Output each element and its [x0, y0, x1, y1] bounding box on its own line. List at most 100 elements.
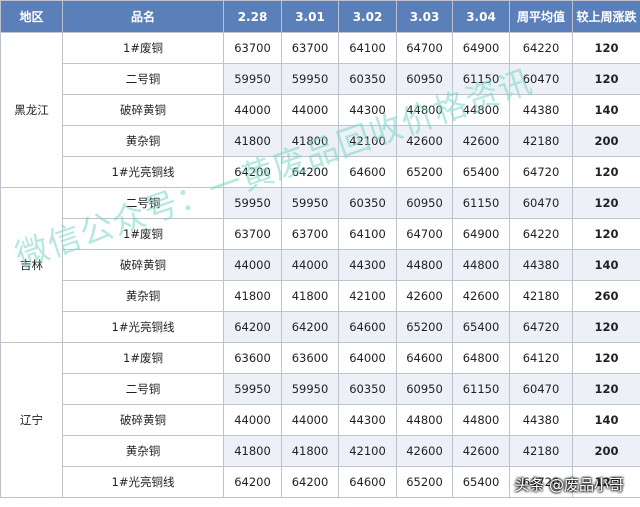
header-weekly-change: 较上周涨跌 — [572, 0, 640, 33]
change-cell: 120 — [572, 32, 640, 64]
change-cell: 120 — [572, 218, 640, 250]
price-cell: 41800 — [281, 125, 339, 157]
price-cell: 65200 — [396, 466, 453, 498]
product-name-cell: 1#废铜 — [62, 218, 224, 250]
price-cell: 42600 — [396, 280, 453, 312]
price-cell: 64800 — [452, 342, 510, 374]
price-cell: 61150 — [452, 373, 510, 405]
price-cell: 42600 — [452, 125, 510, 157]
change-cell: 120 — [572, 187, 640, 219]
price-cell: 64900 — [452, 32, 510, 64]
weekly-average-cell: 64220 — [509, 32, 573, 64]
price-cell: 60350 — [338, 373, 397, 405]
change-cell: 120 — [572, 342, 640, 374]
product-name-cell: 破碎黄铜 — [62, 94, 224, 126]
price-cell: 61150 — [452, 187, 510, 219]
price-cell: 42100 — [338, 280, 397, 312]
region-cell: 辽宁 — [0, 342, 63, 498]
weekly-average-cell: 60470 — [509, 63, 573, 95]
price-cell: 60350 — [338, 187, 397, 219]
price-cell: 65200 — [396, 156, 453, 188]
weekly-average-cell: 44380 — [509, 94, 573, 126]
change-cell: 120 — [572, 156, 640, 188]
product-name-cell: 1#废铜 — [62, 32, 224, 64]
price-cell: 63700 — [281, 32, 339, 64]
header-region: 地区 — [0, 0, 63, 33]
price-cell: 64200 — [281, 466, 339, 498]
price-cell: 64000 — [338, 342, 397, 374]
price-cell: 60950 — [396, 187, 453, 219]
change-cell: 140 — [572, 249, 640, 281]
table-row: 1#光亮铜线 64200 64200 64600 65200 65400 64720 120 — [1, 156, 640, 188]
price-cell: 41800 — [281, 435, 339, 467]
price-cell: 44800 — [452, 249, 510, 281]
change-cell: 200 — [572, 125, 640, 157]
weekly-average-cell: 64720 — [509, 156, 573, 188]
weekly-average-cell: 64720 — [509, 311, 573, 343]
price-cell: 64900 — [452, 218, 510, 250]
price-cell: 44800 — [452, 94, 510, 126]
product-name-cell: 黄杂铜 — [62, 280, 224, 312]
header-date: 3.04 — [452, 0, 510, 33]
price-cell: 41800 — [281, 280, 339, 312]
price-cell: 60950 — [396, 63, 453, 95]
price-cell: 42600 — [452, 435, 510, 467]
source-watermark: 头条 @废品小哥 — [514, 476, 624, 494]
price-cell: 64100 — [338, 218, 397, 250]
price-cell: 41800 — [223, 435, 282, 467]
price-cell: 59950 — [281, 373, 339, 405]
change-cell: 140 — [572, 404, 640, 436]
price-cell: 64700 — [396, 218, 453, 250]
price-cell: 64600 — [396, 342, 453, 374]
table-row: 黄杂铜 41800 41800 42100 42600 42600 42180 200 — [1, 435, 640, 467]
price-cell: 42100 — [338, 435, 397, 467]
price-cell: 64600 — [338, 311, 397, 343]
price-cell: 64600 — [338, 156, 397, 188]
product-name-cell: 1#光亮铜线 — [62, 156, 224, 188]
table-row: 二号铜 59950 59950 60350 60950 61150 60470 120 — [1, 63, 640, 95]
price-cell: 63700 — [281, 218, 339, 250]
price-cell: 42600 — [396, 125, 453, 157]
price-cell: 44800 — [396, 94, 453, 126]
price-cell: 63600 — [281, 342, 339, 374]
change-cell: 120 — [572, 63, 640, 95]
header-date: 2.28 — [223, 0, 282, 33]
weekly-average-cell: 42180 — [509, 280, 573, 312]
price-cell: 44300 — [338, 249, 397, 281]
price-cell: 44000 — [281, 249, 339, 281]
table-row: 二号铜 59950 59950 60350 60950 61150 60470 120 — [1, 373, 640, 405]
region-cell: 吉林 — [0, 187, 63, 343]
weekly-average-cell: 42180 — [509, 125, 573, 157]
price-cell: 64200 — [223, 311, 282, 343]
price-cell: 44000 — [223, 404, 282, 436]
change-cell: 260 — [572, 280, 640, 312]
header-row: 地区 品名 2.28 3.01 3.02 3.03 3.04 周平均值 较上周涨… — [0, 0, 640, 33]
price-table: 地区 品名 2.28 3.01 3.02 3.03 3.04 周平均值 较上周涨… — [0, 0, 640, 498]
price-cell: 42600 — [396, 435, 453, 467]
table-row: 黄杂铜 41800 41800 42100 42600 42600 42180 200 — [1, 125, 640, 157]
weekly-average-cell: 64120 — [509, 342, 573, 374]
header-product: 品名 — [62, 0, 224, 33]
product-name-cell: 黄杂铜 — [62, 435, 224, 467]
price-cell: 42600 — [452, 280, 510, 312]
weekly-average-cell: 60470 — [509, 187, 573, 219]
price-cell: 44800 — [396, 404, 453, 436]
header-weekly-average: 周平均值 — [509, 0, 573, 33]
price-cell: 61150 — [452, 63, 510, 95]
price-cell: 64100 — [338, 32, 397, 64]
price-cell: 64200 — [223, 156, 282, 188]
change-cell: 200 — [572, 435, 640, 467]
price-cell: 44300 — [338, 94, 397, 126]
region-cell: 黑龙江 — [0, 32, 63, 188]
change-cell: 120 — [572, 373, 640, 405]
price-cell: 60350 — [338, 63, 397, 95]
product-name-cell: 1#光亮铜线 — [62, 466, 224, 498]
product-name-cell: 二号铜 — [62, 63, 224, 95]
price-cell: 63700 — [223, 218, 282, 250]
price-cell: 64200 — [223, 466, 282, 498]
weekly-average-cell: 44380 — [509, 249, 573, 281]
price-cell: 64600 — [338, 466, 397, 498]
table-row: 破碎黄铜 44000 44000 44300 44800 44800 44380 140 — [1, 404, 640, 436]
table-body: 黑龙江 1#废铜 63700 63700 64100 64700 64900 64220 120… — [0, 32, 640, 498]
price-cell: 44000 — [281, 94, 339, 126]
